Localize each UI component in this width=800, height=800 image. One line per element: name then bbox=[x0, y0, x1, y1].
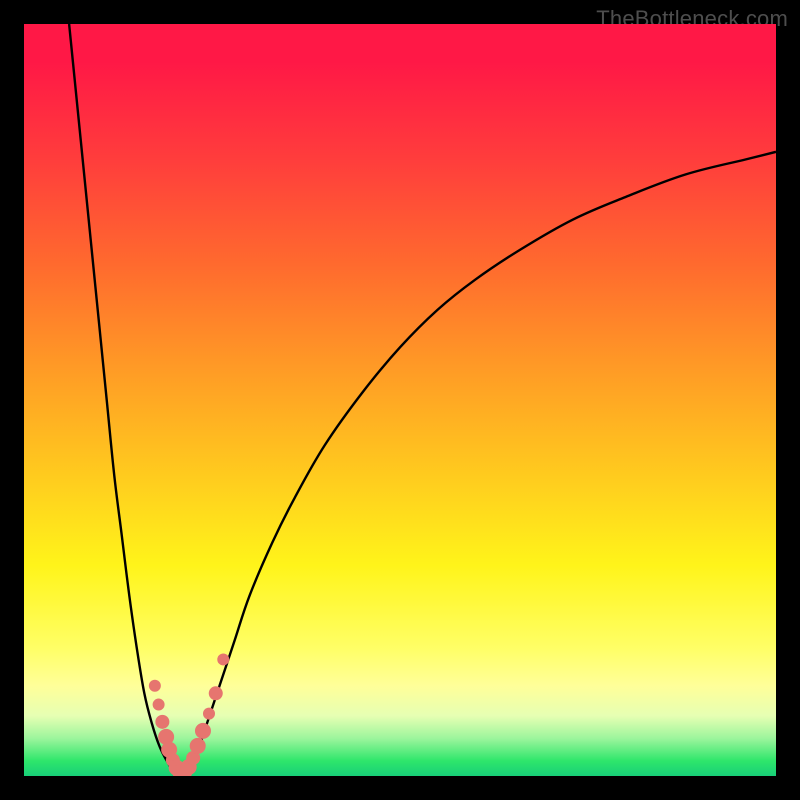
sample-dot bbox=[209, 686, 223, 700]
sample-dot bbox=[155, 715, 169, 729]
sample-dot bbox=[203, 708, 215, 720]
curve-layer bbox=[24, 24, 776, 776]
sample-dot bbox=[190, 738, 206, 754]
sample-dot bbox=[217, 653, 229, 665]
sample-dot bbox=[153, 699, 165, 711]
sample-dot bbox=[149, 680, 161, 692]
plot-area bbox=[24, 24, 776, 776]
chart-frame: TheBottleneck.com bbox=[0, 0, 800, 800]
sample-dots-group bbox=[149, 653, 229, 776]
left-branch-curve bbox=[69, 24, 182, 776]
sample-dot bbox=[195, 723, 211, 739]
right-branch-curve bbox=[182, 152, 776, 776]
